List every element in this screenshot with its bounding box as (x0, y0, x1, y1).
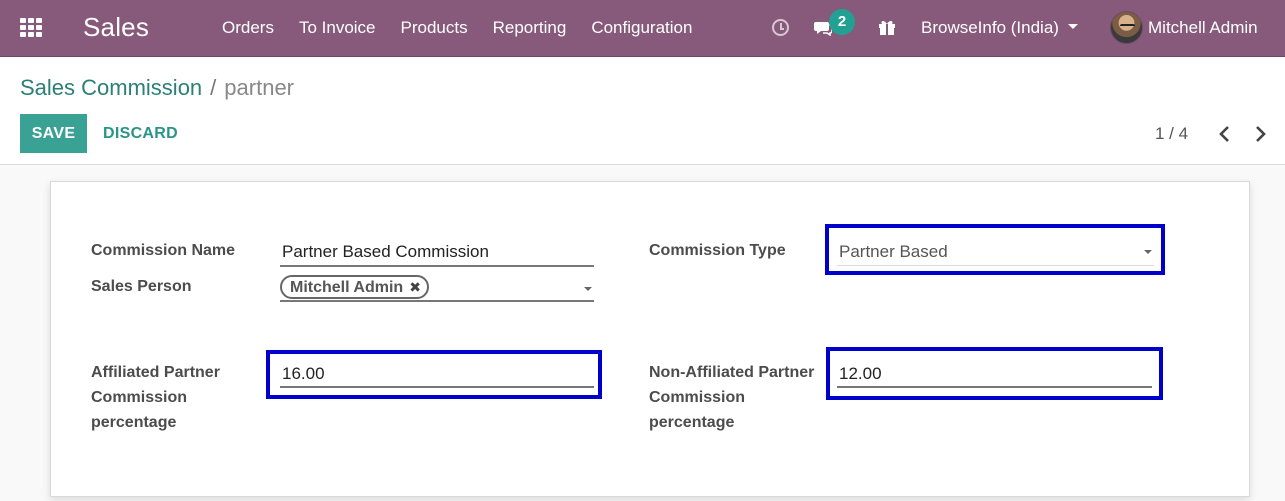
commission-name-input[interactable]: Partner Based Commission (282, 242, 489, 262)
chevron-left-icon[interactable] (1217, 125, 1233, 143)
affiliated-underline (280, 386, 594, 388)
commission-type-underline (837, 265, 1154, 266)
menu-orders[interactable]: Orders (222, 18, 274, 38)
sales-person-tag[interactable]: Mitchell Admin ✖ (280, 275, 429, 299)
menu-to-invoice[interactable]: To Invoice (299, 18, 376, 38)
menu-reporting[interactable]: Reporting (493, 18, 567, 38)
breadcrumb-current: partner (224, 75, 295, 100)
affiliated-percentage-input[interactable]: 16.00 (282, 364, 325, 384)
breadcrumb-separator: / (210, 75, 217, 100)
affiliated-label-line-3: percentage (91, 414, 177, 431)
commission-type-select[interactable]: Partner Based (839, 242, 948, 262)
affiliated-label-line-1: Affiliated Partner (91, 364, 220, 381)
company-switcher[interactable]: BrowseInfo (India) (921, 18, 1078, 38)
main-menu: Orders To Invoice Products Reporting Con… (222, 18, 717, 38)
chevron-right-icon[interactable] (1252, 125, 1268, 143)
control-panel: Sales Commission / partner SAVE DISCARD 1 … (0, 58, 1285, 165)
discard-button[interactable]: DISCARD (103, 114, 178, 153)
breadcrumb: Sales Commission / partner (20, 75, 294, 101)
apps-grid-icon[interactable] (20, 18, 42, 38)
user-menu[interactable]: Mitchell Admin (1148, 18, 1258, 38)
commission-name-underline (280, 265, 594, 267)
non-affiliated-underline (837, 386, 1152, 388)
sales-person-underline (280, 300, 594, 302)
pager-value: 1 / 4 (1155, 124, 1189, 143)
gift-icon[interactable] (878, 18, 896, 36)
remove-tag-icon[interactable]: ✖ (409, 277, 421, 297)
affiliated-label-line-2: Commission (91, 389, 188, 406)
menu-products[interactable]: Products (401, 18, 468, 38)
top-navbar: Sales Orders To Invoice Products Reporti… (0, 0, 1285, 57)
sales-person-tag-label: Mitchell Admin (290, 279, 404, 296)
commission-name-label: Commission Name (91, 242, 236, 259)
messages-count-badge[interactable]: 2 (829, 9, 855, 35)
affiliated-label: Affiliated Partner Commission percentage (91, 360, 220, 435)
company-name: BrowseInfo (India) (921, 18, 1059, 37)
activity-clock-icon[interactable] (772, 19, 789, 36)
non-affiliated-percentage-input[interactable]: 12.00 (839, 364, 882, 384)
save-button[interactable]: SAVE (20, 114, 87, 153)
breadcrumb-parent[interactable]: Sales Commission (20, 75, 202, 100)
sales-person-dropdown-icon[interactable] (584, 287, 592, 291)
sales-person-label: Sales Person (91, 278, 192, 295)
commission-type-label: Commission Type (649, 242, 786, 259)
commission-type-dropdown-icon[interactable] (1144, 250, 1152, 254)
non-affiliated-label-line-1: Non-Affiliated Partner (649, 364, 815, 381)
non-affiliated-label: Non-Affiliated Partner Commission percen… (649, 360, 814, 435)
app-title: Sales (83, 12, 150, 42)
chevron-down-icon (1067, 24, 1078, 30)
non-affiliated-label-line-3: percentage (649, 414, 735, 431)
form-sheet: Commission Name Partner Based Commission… (50, 181, 1250, 497)
user-avatar[interactable] (1110, 11, 1143, 44)
menu-configuration[interactable]: Configuration (591, 18, 692, 38)
non-affiliated-label-line-2: Commission (649, 389, 746, 406)
